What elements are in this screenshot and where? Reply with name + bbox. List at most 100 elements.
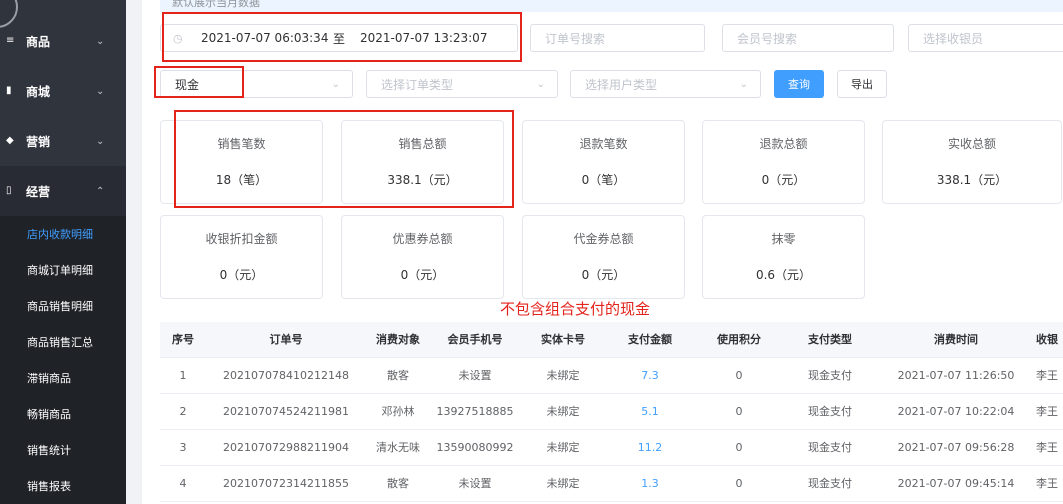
member-search-input[interactable]: 会员号搜索: [722, 24, 894, 52]
table-cell: 202107078410212148: [223, 369, 349, 382]
user-type-select[interactable]: 选择用户类型 ⌄: [570, 70, 761, 98]
table-row[interactable]: 3 202107072988211904 清水无味 13590080992 未绑…: [160, 430, 1063, 466]
table-cell: 未设置: [458, 369, 492, 382]
user-type-placeholder: 选择用户类型: [585, 77, 658, 92]
sidebar-item-goods-sales-detail[interactable]: 商品销售明细: [0, 288, 126, 324]
table-cell: 0: [735, 405, 743, 418]
cashier-select[interactable]: 选择收银员: [908, 24, 1063, 52]
sidebar-item-sales-stats[interactable]: 销售统计: [0, 432, 126, 468]
sidebar: ≡ 商品 ⌄ ▮ 商城 ⌄ ◆ 营销 ⌄ ▯ 经营 ⌃ 店内收款明细 商城订单明…: [0, 0, 142, 504]
annotation-box-date: [162, 12, 522, 62]
table-cell: 未绑定: [546, 369, 580, 382]
sidebar-item-goods-sales-summary[interactable]: 商品销售汇总: [0, 324, 126, 360]
stat-card-received-total: 实收总额 338.1（元）: [882, 120, 1062, 204]
stat-card-refund-count: 退款笔数 0（笔）: [522, 120, 685, 204]
sidebar-item-sales-report[interactable]: 销售报表: [0, 468, 126, 504]
table-cell: 现金支付: [808, 477, 852, 490]
table-cell: 现金支付: [808, 369, 852, 382]
table-cell: 清水无味: [376, 441, 420, 454]
stat-card-rounding: 抹零 0.6（元）: [702, 215, 865, 299]
column-header: 支付金额: [628, 333, 672, 346]
sidebar-item-label: 畅销商品: [27, 408, 71, 421]
table-cell: 散客: [387, 369, 409, 382]
table-cell: 李王: [1036, 441, 1058, 454]
menu-group-operations[interactable]: ▯ 经营 ⌃: [0, 166, 126, 216]
export-button[interactable]: 导出: [837, 70, 887, 98]
payment-amount-link[interactable]: 7.3: [606, 358, 694, 394]
sidebar-item-label: 商城订单明细: [27, 264, 93, 277]
menu-group-marketing[interactable]: ◆ 营销 ⌄: [0, 116, 126, 166]
order-search-input[interactable]: 订单号搜索: [530, 24, 705, 52]
annotation-note: 不包含组合支付的现金: [500, 300, 651, 318]
table-row[interactable]: 1 202107078410212148 散客 未设置 未绑定 7.3 0 现金…: [160, 358, 1063, 394]
table-cell: 13590080992: [436, 441, 514, 454]
goods-icon: ≡: [6, 35, 15, 46]
table-cell: 现金支付: [808, 405, 852, 418]
table-row[interactable]: 4 202107072314211855 散客 未设置 未绑定 1.3 0 现金…: [160, 466, 1063, 502]
cashier-placeholder: 选择收银员: [923, 31, 984, 46]
stat-label: 优惠券总额: [392, 232, 453, 246]
annotation-box-stats: [174, 110, 514, 208]
table-cell: 2021-07-07 09:45:14: [897, 477, 1015, 490]
table-cell: 202107072988211904: [223, 441, 349, 454]
table-cell: 202107072314211855: [223, 477, 349, 490]
stat-value: 0.6（元）: [755, 268, 812, 282]
payment-amount-link[interactable]: 11.2: [606, 430, 694, 466]
table-row[interactable]: 2 202107074524211981 邓孙林 13927518885 未绑定…: [160, 394, 1063, 430]
column-header: 支付类型: [808, 333, 852, 346]
sidebar-item-best-selling[interactable]: 畅销商品: [0, 396, 126, 432]
chevron-down-icon: ⌄: [536, 78, 545, 90]
sidebar-item-label: 店内收款明细: [27, 228, 93, 241]
table-cell: 未绑定: [546, 405, 580, 418]
table-cell: 未绑定: [546, 441, 580, 454]
chevron-down-icon: ⌄: [96, 85, 105, 97]
menu-group-goods[interactable]: ≡ 商品 ⌄: [0, 16, 126, 66]
stat-value: 0（元）: [219, 268, 264, 282]
stat-card-coupon-total: 优惠券总额 0（元）: [341, 215, 504, 299]
table-cell: 202107074524211981: [223, 405, 349, 418]
sidebar-item-mall-orders[interactable]: 商城订单明细: [0, 252, 126, 288]
table-cell: 0: [735, 441, 743, 454]
table-cell: 1: [179, 369, 187, 382]
sidebar-item-label: 销售统计: [27, 444, 71, 457]
notice-text: 默认展示当月数据: [172, 0, 260, 9]
payment-amount-link[interactable]: 5.1: [606, 394, 694, 430]
stat-value: 0（元）: [581, 268, 626, 282]
query-button[interactable]: 查询: [774, 70, 824, 98]
sidebar-item-store-receipts[interactable]: 店内收款明细: [0, 216, 126, 252]
stat-card-cashier-discount: 收银折扣金额 0（元）: [160, 215, 323, 299]
order-type-select[interactable]: 选择订单类型 ⌄: [366, 70, 558, 98]
member-search-placeholder: 会员号搜索: [737, 31, 798, 46]
table-cell: 4: [179, 477, 187, 490]
column-header: 使用积分: [717, 333, 761, 346]
stat-label: 退款总额: [759, 137, 808, 151]
menu-group-label: 经营: [26, 184, 51, 199]
column-header: 会员手机号: [447, 333, 503, 346]
stat-card-refund-total: 退款总额 0（元）: [702, 120, 865, 204]
menu-group-label: 营销: [26, 134, 51, 149]
menu-group-mall[interactable]: ▮ 商城 ⌄: [0, 66, 126, 116]
operations-icon: ▯: [6, 185, 12, 196]
sidebar-item-label: 商品销售汇总: [27, 336, 93, 349]
table-cell: 未设置: [458, 477, 492, 490]
payment-amount-link[interactable]: 1.3: [606, 466, 694, 502]
menu-group-label: 商城: [26, 84, 51, 99]
table-cell: 未绑定: [546, 477, 580, 490]
column-header: 消费对象: [376, 333, 420, 346]
chevron-down-icon: ⌄: [331, 78, 340, 90]
table-cell: 现金支付: [808, 441, 852, 454]
column-header: 收银: [1036, 333, 1058, 346]
menu-group-label: 商品: [26, 34, 51, 49]
stat-label: 退款笔数: [579, 137, 628, 151]
stat-label: 实收总额: [947, 137, 996, 151]
table-cell: 李王: [1036, 477, 1058, 490]
chevron-down-icon: ⌄: [739, 78, 748, 90]
table-cell: 2021-07-07 10:22:04: [897, 405, 1015, 418]
stat-value: 0（元）: [400, 268, 445, 282]
stat-label: 收银折扣金额: [205, 232, 278, 246]
table-cell: 0: [735, 369, 743, 382]
sidebar-item-label: 销售报表: [27, 480, 71, 493]
sidebar-item-slow-selling[interactable]: 滞销商品: [0, 360, 126, 396]
stat-value: 0（笔）: [581, 173, 626, 187]
order-search-placeholder: 订单号搜索: [545, 31, 606, 46]
